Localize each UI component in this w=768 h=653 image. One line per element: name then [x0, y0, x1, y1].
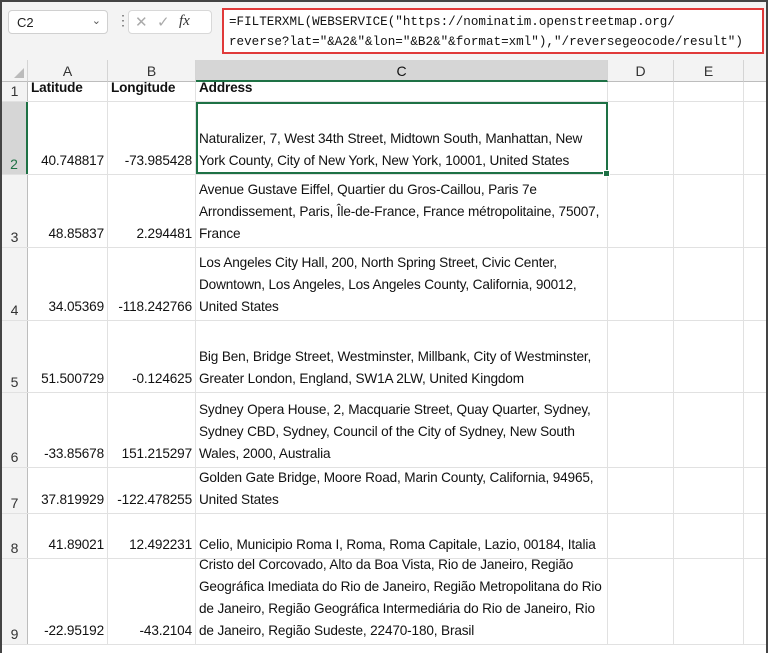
row-header[interactable]: 4	[2, 248, 28, 320]
cell-address[interactable]: Big Ben, Bridge Street, Westminster, Mil…	[196, 321, 608, 392]
cell-d[interactable]	[608, 393, 674, 467]
cell-e[interactable]	[674, 321, 744, 392]
address-text: Avenue Gustave Eiffel, Quartier du Gros-…	[199, 182, 600, 241]
address-text: Naturalizer, 7, West 34th Street, Midtow…	[199, 131, 583, 168]
cell-address[interactable]: Cristo del Corcovado, Alto da Boa Vista,…	[196, 557, 608, 644]
cell-d[interactable]	[608, 102, 674, 174]
cell-d[interactable]	[608, 321, 674, 392]
cell-longitude[interactable]: -122.478255	[108, 468, 196, 513]
cell-longitude[interactable]: -73.985428	[108, 102, 196, 174]
enter-icon[interactable]: ✓	[157, 13, 170, 31]
column-header-f[interactable]	[744, 60, 766, 82]
cell-d[interactable]	[608, 559, 674, 644]
table-row: 3 48.85837 2.294481 Avenue Gustave Eiffe…	[2, 175, 766, 248]
cell-latitude[interactable]: -33.85678	[28, 393, 108, 467]
cell-e[interactable]	[674, 175, 744, 247]
address-text: Celio, Municipio Roma I, Roma, Roma Capi…	[199, 537, 596, 552]
cell-latitude[interactable]: 34.05369	[28, 248, 108, 320]
row-header[interactable]: 2	[2, 102, 28, 174]
cell-latitude[interactable]: 41.89021	[28, 514, 108, 558]
cell-e[interactable]	[674, 393, 744, 467]
cell-latitude[interactable]: 51.500729	[28, 321, 108, 392]
table-row: 2 40.748817 -73.985428 Naturalizer, 7, W…	[2, 102, 766, 177]
insert-function-icon[interactable]: fx	[179, 13, 190, 30]
column-header-c[interactable]: C	[196, 60, 608, 82]
formula-bar: C2 ⌄ ⋮ ✕ ✓ fx =FILTERXML(WEBSERVICE("http…	[2, 2, 766, 60]
cell-e[interactable]	[674, 82, 744, 101]
chevron-down-icon[interactable]: ⌄	[92, 14, 101, 27]
cell-address[interactable]: Naturalizer, 7, West 34th Street, Midtow…	[196, 102, 610, 177]
row-header[interactable]: 7	[2, 468, 28, 513]
cancel-icon[interactable]: ✕	[135, 13, 148, 31]
formula-controls: ✕ ✓ fx	[128, 10, 212, 34]
row-header[interactable]: 8	[2, 514, 28, 558]
table-row: 6 -33.85678 151.215297 Sydney Opera Hous…	[2, 393, 766, 468]
cell-longitude[interactable]: -0.124625	[108, 321, 196, 392]
row-header[interactable]: 9	[2, 559, 28, 644]
cell-address[interactable]: Celio, Municipio Roma I, Roma, Roma Capi…	[196, 514, 608, 558]
address-text: Los Angeles City Hall, 200, North Spring…	[199, 255, 577, 314]
cell-d[interactable]	[608, 175, 674, 247]
cell-latitude[interactable]: 48.85837	[28, 175, 108, 247]
table-row: 5 51.500729 -0.124625 Big Ben, Bridge St…	[2, 321, 766, 393]
cell-address[interactable]: Avenue Gustave Eiffel, Quartier du Gros-…	[196, 175, 608, 247]
table-row: 7 37.819929 -122.478255 Golden Gate Brid…	[2, 468, 766, 514]
cell-address[interactable]: Sydney Opera House, 2, Macquarie Street,…	[196, 393, 608, 467]
table-row: 4 34.05369 -118.242766 Los Angeles City …	[2, 248, 766, 321]
cell-longitude[interactable]: 12.492231	[108, 514, 196, 558]
cell-e[interactable]	[674, 468, 744, 513]
cell-address[interactable]: Los Angeles City Hall, 200, North Spring…	[196, 248, 608, 320]
cell-e[interactable]	[674, 559, 744, 644]
cell-e[interactable]	[674, 248, 744, 320]
row-header[interactable]: 6	[2, 393, 28, 467]
cell-d[interactable]	[608, 468, 674, 513]
row-header[interactable]: 5	[2, 321, 28, 392]
cell-address-header[interactable]: Address	[196, 80, 608, 101]
cell-e[interactable]	[674, 514, 744, 558]
cell-d[interactable]	[608, 248, 674, 320]
formula-line-1: =FILTERXML(WEBSERVICE("https://nominatim…	[229, 15, 675, 29]
column-header-e[interactable]: E	[674, 60, 744, 82]
column-header-d[interactable]: D	[608, 60, 674, 82]
table-row: 8 41.89021 12.492231 Celio, Municipio Ro…	[2, 514, 766, 559]
row-header[interactable]: 3	[2, 175, 28, 247]
cell-latitude-header[interactable]: Latitude	[28, 80, 108, 101]
select-all-button[interactable]	[2, 60, 28, 82]
cell-longitude-header[interactable]: Longitude	[108, 80, 196, 101]
address-text: Cristo del Corcovado, Alto da Boa Vista,…	[199, 557, 602, 638]
row-header[interactable]: 1	[2, 82, 28, 101]
formula-input[interactable]: =FILTERXML(WEBSERVICE("https://nominatim…	[222, 8, 764, 54]
cell-address[interactable]: Golden Gate Bridge, Moore Road, Marin Co…	[196, 468, 608, 513]
cell-latitude[interactable]: -22.95192	[28, 559, 108, 644]
table-row: 9 -22.95192 -43.2104 Cristo del Corcovad…	[2, 557, 766, 645]
header-row: 1 Latitude Longitude Address	[2, 80, 766, 102]
name-box[interactable]: C2 ⌄	[8, 10, 108, 34]
cell-e[interactable]	[674, 102, 744, 174]
cell-longitude[interactable]: -118.242766	[108, 248, 196, 320]
formula-line-2: reverse?lat="&A2&"&lon="&B2&"&format=xml…	[229, 35, 743, 49]
address-text: Sydney Opera House, 2, Macquarie Street,…	[199, 402, 591, 461]
cell-longitude[interactable]: -43.2104	[108, 559, 196, 644]
cell-longitude[interactable]: 2.294481	[108, 175, 196, 247]
cell-latitude[interactable]: 40.748817	[28, 102, 108, 174]
address-text: Golden Gate Bridge, Moore Road, Marin Co…	[199, 470, 594, 507]
cell-d[interactable]	[608, 514, 674, 558]
address-text: Big Ben, Bridge Street, Westminster, Mil…	[199, 349, 592, 386]
cell-latitude[interactable]: 37.819929	[28, 468, 108, 513]
excel-window: C2 ⌄ ⋮ ✕ ✓ fx =FILTERXML(WEBSERVICE("http…	[0, 0, 768, 653]
cell-longitude[interactable]: 151.215297	[108, 393, 196, 467]
cell-d[interactable]	[608, 82, 674, 101]
name-box-value: C2	[17, 15, 34, 30]
